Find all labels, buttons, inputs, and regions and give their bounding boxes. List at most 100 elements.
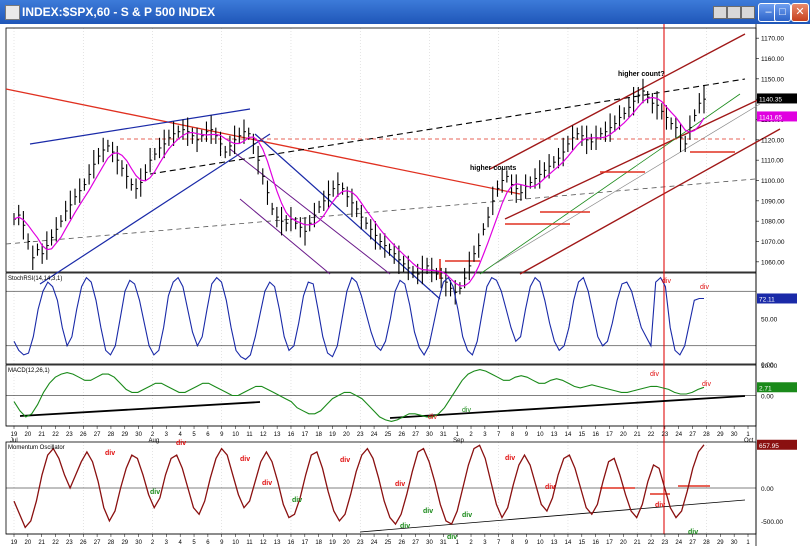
price-tick-label: 1110.00 xyxy=(761,158,784,165)
macd-div-2: div xyxy=(650,371,659,378)
macd-trendline xyxy=(389,395,746,419)
chart-window: INDEX:$SPX,60 - S & P 500 INDEX – □ ✕ 11… xyxy=(0,0,810,546)
price-tick-label: 1100.00 xyxy=(761,178,784,185)
trendline xyxy=(29,108,251,145)
scroll-icon[interactable] xyxy=(741,6,755,19)
stoch-div-2: div xyxy=(700,284,709,291)
osc-div-10: div xyxy=(447,534,457,541)
time-tick-label: 2 xyxy=(469,540,473,546)
month-label: Jul xyxy=(10,438,18,444)
osc-title: Momentum Oscillator xyxy=(8,445,65,451)
time-tick-label: 23 xyxy=(357,540,364,546)
time-tick-label: 14 xyxy=(565,432,572,438)
panel-titles: StochRSI(14,14,3,1) MACD(12,26,1) Momentum… xyxy=(8,276,65,451)
time-tick-label: 25 xyxy=(385,540,392,546)
trendline xyxy=(504,98,761,220)
time-tick-label: 3 xyxy=(483,432,487,438)
ma-value-label: 1141.65 xyxy=(759,114,782,121)
time-tick-label: 13 xyxy=(551,432,558,438)
annotation-higher-count-question: higher count? xyxy=(618,71,665,78)
time-tick-label: 12 xyxy=(260,432,267,438)
stoch-line xyxy=(13,276,704,361)
price-tick-label: 1120.00 xyxy=(761,137,784,144)
time-tick-label: 11 xyxy=(246,432,253,438)
stoch-div-1: div xyxy=(662,278,671,285)
time-tick-label: 8 xyxy=(511,540,515,546)
time-tick-label: 27 xyxy=(412,540,419,546)
time-tick-label: 31 xyxy=(440,432,447,438)
time-tick-label: 9 xyxy=(220,432,224,438)
time-tick-label: 16 xyxy=(288,540,295,546)
osc-div-8: div xyxy=(400,523,410,530)
price-tick-label: 1070.00 xyxy=(761,239,785,246)
time-tick-label: 23 xyxy=(66,432,73,438)
time-tick-label: 17 xyxy=(606,540,613,546)
time-tick-label: 28 xyxy=(703,432,710,438)
chart-area[interactable]: 1170.00 1160.00 1150.00 11 4 0.00 11 3 0.00 1120.… xyxy=(0,24,810,546)
time-tick-label: 20 xyxy=(343,540,350,546)
link-icon[interactable] xyxy=(727,6,741,19)
osc-div-1: div xyxy=(176,440,186,447)
time-tick-label: 7 xyxy=(497,540,501,546)
time-tick-label: 29 xyxy=(717,432,724,438)
time-tick-label: 6 xyxy=(206,540,210,546)
month-label: Sep xyxy=(453,438,464,444)
time-tick-label: 20 xyxy=(620,432,627,438)
time-tick-label: 20 xyxy=(620,540,627,546)
time-tick-label: 13 xyxy=(274,540,281,546)
time-tick-label: 13 xyxy=(551,540,558,546)
time-tick-label: 21 xyxy=(38,432,45,438)
osc-div-15: div xyxy=(688,529,698,536)
macd-value-label: 2.71 xyxy=(759,385,772,392)
macd-tick-label: 0.00 xyxy=(761,394,774,401)
time-tick-label: 4 xyxy=(179,540,183,546)
time-tick-label: 26 xyxy=(80,432,87,438)
time-tick-label: 5 xyxy=(192,432,196,438)
time-tick-label: 10 xyxy=(232,432,239,438)
osc-div-7: div xyxy=(395,481,405,488)
grid xyxy=(6,28,756,534)
time-tick-label: 30 xyxy=(426,540,433,546)
time-tick-label: 17 xyxy=(301,432,308,438)
time-tick-label: 20 xyxy=(25,540,32,546)
time-tick-label: 4 xyxy=(179,432,183,438)
maximize-button[interactable]: □ xyxy=(774,3,791,22)
time-tick-label: 22 xyxy=(52,540,59,546)
macd-div-3: div xyxy=(702,381,711,388)
title-bar[interactable]: INDEX:$SPX,60 - S & P 500 INDEX – □ ✕ xyxy=(0,0,810,24)
osc-div-5: div xyxy=(292,497,302,504)
moving-average-line xyxy=(13,96,705,287)
osc-trendline xyxy=(359,499,746,533)
stoch-value-label: 72.11 xyxy=(759,296,775,303)
time-tick-label: 20 xyxy=(25,432,32,438)
time-tick-label: 12 xyxy=(260,540,267,546)
window-title: INDEX:$SPX,60 - S & P 500 INDEX xyxy=(22,5,216,19)
panel-frame-0 xyxy=(5,27,757,273)
osc-div-11: div xyxy=(462,512,472,519)
time-tick-label: 25 xyxy=(385,432,392,438)
trendline xyxy=(149,78,746,175)
stoch-title: StochRSI(14,14,3,1) xyxy=(8,276,62,282)
month-label: Oct xyxy=(744,438,754,444)
time-tick-label: 11 xyxy=(246,540,253,546)
osc-div-13: div xyxy=(545,484,555,491)
close-button[interactable]: ✕ xyxy=(791,3,809,22)
price-tick-label: 1160.00 xyxy=(761,56,784,63)
osc-value-label: 657.95 xyxy=(759,443,779,450)
time-tick-label: 29 xyxy=(717,540,724,546)
time-tick-label: 9 xyxy=(525,432,529,438)
stoch-tick-label: 50.00 xyxy=(761,317,778,324)
osc-div-12: div xyxy=(505,455,515,462)
time-tick-label: 26 xyxy=(80,540,87,546)
layout-icon[interactable] xyxy=(713,6,727,19)
osc-div-9: div xyxy=(423,508,433,515)
time-tick-label: 3 xyxy=(483,540,487,546)
time-tick-label: 30 xyxy=(135,540,142,546)
time-tick-label: 9 xyxy=(525,540,529,546)
time-tick-label: 14 xyxy=(565,540,572,546)
time-tick-label: 5 xyxy=(192,540,196,546)
macd-div-0: div xyxy=(428,414,437,421)
time-tick-label: 24 xyxy=(371,540,378,546)
osc-div-6: div xyxy=(340,457,350,464)
oscillator-line xyxy=(13,444,705,529)
